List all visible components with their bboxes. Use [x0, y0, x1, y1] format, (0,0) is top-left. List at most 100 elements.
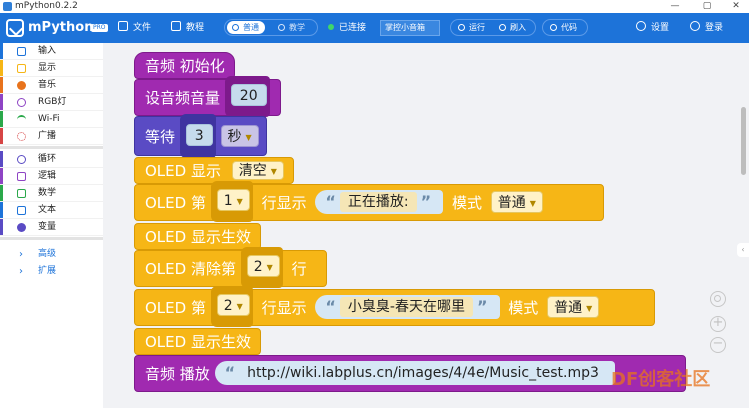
- close-quote-icon: ”: [476, 296, 488, 316]
- dropdown-arrow-icon: ▼: [270, 166, 277, 176]
- category-text[interactable]: 文本: [0, 202, 103, 219]
- settings-button[interactable]: 设置: [636, 20, 669, 36]
- zoom-out-button[interactable]: −: [710, 337, 726, 353]
- category-broadcast[interactable]: 广播: [0, 128, 103, 145]
- variable-icon: [17, 223, 26, 232]
- wait-unit-dropdown[interactable]: 秒 ▼: [220, 125, 259, 147]
- collapse-panel-button[interactable]: ‹: [737, 243, 749, 257]
- mode-teach-tab[interactable]: 教学: [273, 21, 311, 34]
- dropdown-arrow-icon: ▼: [236, 197, 243, 206]
- logo-icon: [6, 19, 24, 37]
- url-input-socket: “http://wiki.labplus.cn/images/4/4e/Musi…: [214, 360, 615, 385]
- extend-expander[interactable]: › 扩展: [0, 263, 103, 280]
- block-set-volume[interactable]: 设音频音量 20: [134, 76, 281, 117]
- category-label: 广播: [38, 131, 57, 141]
- category-rgb[interactable]: RGB灯: [0, 94, 103, 111]
- category-label: 输入: [38, 46, 57, 56]
- category-music[interactable]: 音乐: [0, 77, 103, 94]
- category-variable[interactable]: 变量: [0, 219, 103, 236]
- maximize-button[interactable]: ▢: [697, 0, 717, 13]
- sidebar-divider: [0, 146, 103, 149]
- text-input-socket: “正在播放:”: [315, 189, 444, 214]
- category-label: 变量: [38, 222, 57, 232]
- block-label: 等待: [145, 128, 176, 146]
- mode-value: 普通: [497, 195, 526, 211]
- block-oled-line-text-1[interactable]: OLED 第 1 ▼ 行显示 “正在播放:” 模式 普通 ▼: [134, 181, 604, 222]
- vertical-scrollbar[interactable]: [741, 107, 746, 175]
- music-note-icon: [17, 81, 26, 90]
- block-oled-show-2[interactable]: OLED 显示生效: [134, 328, 261, 355]
- audio-url-value[interactable]: http://wiki.labplus.cn/images/4/4e/Music…: [239, 362, 607, 383]
- category-loop[interactable]: 循环: [0, 151, 103, 168]
- board-select[interactable]: 掌控小音箱: [380, 20, 440, 36]
- block-audio-init[interactable]: 音频 初始化: [134, 52, 235, 79]
- minimize-button[interactable]: —: [665, 0, 685, 13]
- oled-clear-dropdown[interactable]: 清空 ▼: [231, 160, 284, 180]
- zoom-in-button[interactable]: +: [710, 316, 726, 332]
- flash-label: 刷入: [510, 23, 526, 32]
- category-color-bar: [0, 185, 3, 201]
- text-input-socket: “小臭臭-春天在哪里”: [315, 294, 500, 319]
- category-math[interactable]: 数学: [0, 185, 103, 202]
- clear-line-dropdown[interactable]: 2 ▼: [246, 255, 280, 277]
- connection-status: 已连接: [328, 20, 366, 36]
- tutorial-button[interactable]: 教程: [171, 20, 204, 36]
- sidebar-divider: [0, 237, 103, 240]
- block-oled-line-text-2[interactable]: OLED 第 2 ▼ 行显示 “小臭臭-春天在哪里” 模式 普通 ▼: [134, 286, 655, 327]
- category-label: 逻辑: [38, 171, 57, 181]
- mode-normal-tab[interactable]: 普通: [227, 21, 265, 34]
- block-label: OLED 显示生效: [145, 228, 251, 246]
- category-display[interactable]: 显示: [0, 60, 103, 77]
- category-color-bar: [0, 219, 3, 235]
- volume-value[interactable]: 20: [230, 84, 267, 106]
- block-oled-show-1[interactable]: OLED 显示生效: [134, 223, 261, 250]
- mode-teach-label: 教学: [289, 23, 305, 32]
- wait-value[interactable]: 3: [185, 123, 213, 146]
- block-label: 设音频音量: [145, 89, 221, 107]
- category-label: 显示: [38, 63, 57, 73]
- code-toggle[interactable]: 代码: [542, 19, 588, 36]
- close-quote-icon: ”: [420, 191, 432, 211]
- chevron-right-icon: ›: [19, 249, 23, 260]
- display-text-value[interactable]: 正在播放:: [339, 191, 417, 212]
- category-color-bar: [0, 43, 3, 59]
- line-number-dropdown[interactable]: 1 ▼: [216, 189, 250, 211]
- category-logic[interactable]: 逻辑: [0, 168, 103, 185]
- flash-button[interactable]: 刷入: [494, 21, 532, 34]
- file-menu-button[interactable]: 文件: [118, 20, 151, 36]
- mode-normal-icon: [232, 24, 239, 31]
- clear-line-input-socket: 2 ▼: [240, 247, 283, 288]
- block-oled-clear-line[interactable]: OLED 清除第 2 ▼ 行: [134, 247, 327, 288]
- block-label: 模式: [508, 299, 539, 317]
- open-quote-icon: “: [224, 362, 236, 382]
- block-wait[interactable]: 等待 3 秒 ▼: [134, 113, 267, 158]
- mode-normal-label: 普通: [243, 23, 259, 32]
- recenter-button[interactable]: [710, 291, 726, 307]
- mode-dropdown[interactable]: 普通 ▼: [547, 296, 600, 318]
- volume-input-socket: 20: [224, 76, 270, 117]
- advanced-expander[interactable]: › 高级: [0, 246, 103, 263]
- mode-dropdown[interactable]: 普通 ▼: [490, 191, 543, 213]
- run-icon: [458, 24, 465, 31]
- login-button[interactable]: 登录: [690, 20, 723, 36]
- category-color-bar: [0, 77, 3, 93]
- block-label: 行显示: [261, 194, 307, 212]
- block-label: 行显示: [261, 299, 307, 317]
- display-text-value[interactable]: 小臭臭-春天在哪里: [339, 296, 473, 317]
- category-input[interactable]: 输入: [0, 43, 103, 60]
- dropdown-arrow-icon: ▼: [586, 304, 593, 313]
- category-label: Wi-Fi: [38, 114, 60, 124]
- category-wifi[interactable]: Wi-Fi: [0, 111, 103, 128]
- dropdown-arrow-icon: ▼: [266, 263, 273, 272]
- line-number-dropdown[interactable]: 2 ▼: [216, 294, 250, 316]
- block-oled-clear[interactable]: OLED 显示 清空 ▼: [134, 157, 294, 184]
- run-button[interactable]: 运行: [453, 21, 491, 34]
- clear-line-value: 2: [253, 259, 263, 275]
- block-audio-play[interactable]: 音频 播放 “http://wiki.labplus.cn/images/4/4…: [134, 355, 686, 392]
- user-icon: [690, 21, 700, 31]
- close-button[interactable]: ✕: [726, 0, 746, 13]
- app-logo: mPython PRO: [6, 18, 108, 38]
- category-color-bar: [0, 128, 3, 144]
- extend-label: 扩展: [38, 266, 57, 276]
- connected-dot-icon: [328, 24, 334, 30]
